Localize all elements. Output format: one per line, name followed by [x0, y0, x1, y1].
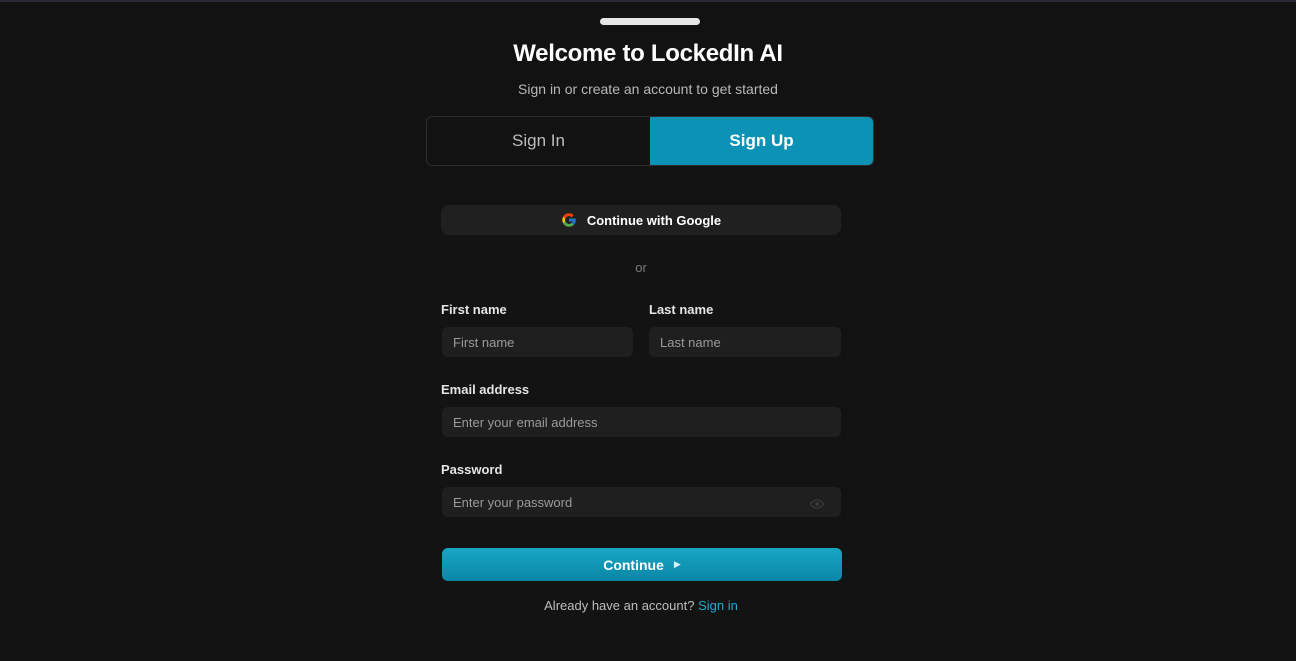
auth-tabs: Sign In Sign Up: [426, 116, 874, 166]
eye-icon[interactable]: [810, 497, 824, 511]
page-title: Welcome to LockedIn AI: [513, 40, 783, 67]
tab-sign-up[interactable]: Sign Up: [650, 117, 873, 165]
continue-with-google-button[interactable]: Continue with Google: [441, 205, 841, 235]
sign-in-link[interactable]: Sign in: [698, 598, 738, 613]
last-name-label: Last name: [649, 302, 714, 317]
email-input[interactable]: [442, 407, 841, 437]
drag-handle[interactable]: [600, 18, 700, 25]
password-input[interactable]: [442, 487, 841, 517]
first-name-label: First name: [441, 302, 507, 317]
page-subtitle: Sign in or create an account to get star…: [518, 81, 778, 97]
google-icon: [562, 213, 576, 227]
signup-card: Continue with Google or First name Last …: [441, 205, 842, 630]
tab-sign-in[interactable]: Sign In: [427, 117, 650, 165]
or-divider: or: [635, 260, 647, 275]
last-name-input[interactable]: [649, 327, 841, 357]
password-label: Password: [441, 462, 503, 477]
first-name-input[interactable]: [442, 327, 633, 357]
continue-button-label: Continue: [603, 556, 664, 573]
sign-in-prompt: Already have an account? Sign in: [441, 598, 841, 613]
email-label: Email address: [441, 382, 530, 397]
continue-button[interactable]: Continue ▶: [442, 548, 842, 581]
google-button-label: Continue with Google: [586, 212, 722, 228]
window-top-border: [0, 0, 1296, 2]
play-arrow-icon: ▶: [673, 559, 681, 569]
sign-in-prompt-text: Already have an account?: [544, 598, 695, 613]
